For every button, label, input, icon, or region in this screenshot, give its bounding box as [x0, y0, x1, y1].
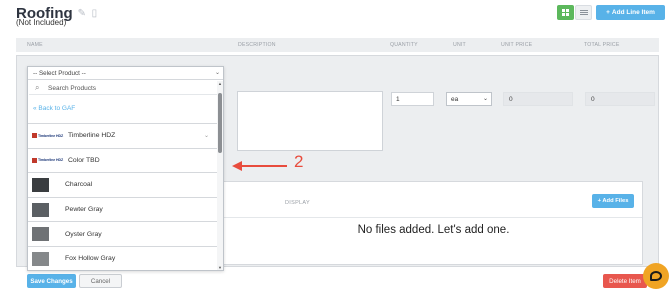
page: Roofing ✎ ▯ (Not Included) + Add Line It…	[0, 0, 670, 293]
chat-icon	[650, 271, 662, 281]
unit-select-value: ea	[451, 96, 459, 103]
save-changes-button[interactable]: Save Changes	[27, 274, 76, 288]
scroll-down-icon[interactable]: ▼	[217, 265, 223, 270]
cancel-button[interactable]: Cancel	[79, 274, 122, 288]
list-view-button[interactable]	[575, 5, 592, 20]
list-view-icon	[579, 10, 588, 15]
list-item[interactable]: Pewter Gray	[28, 196, 219, 222]
list-item-label: Timberline HDZ	[68, 132, 116, 140]
product-search-placeholder: Search Products	[48, 85, 97, 92]
column-total-price: TOTAL PRICE	[584, 42, 620, 48]
list-item[interactable]: Timberline HDZ Color TBD	[28, 147, 219, 173]
add-line-item-label: Add Line Item	[611, 9, 655, 16]
product-dropdown[interactable]: -- Select Product -- ⌄ ⌕ Search Products…	[27, 66, 224, 271]
column-description: DESCRIPTION	[238, 42, 276, 48]
list-item-label: Fox Hollow Gray	[65, 255, 116, 263]
chevron-down-icon: ⌄	[482, 96, 488, 102]
section-subtitle: (Not Included)	[16, 18, 67, 27]
scroll-up-icon[interactable]: ▲	[217, 81, 223, 87]
plus-icon: +	[606, 9, 610, 16]
quantity-input[interactable]: 1	[391, 92, 434, 106]
chevron-down-icon: ⌄	[203, 133, 209, 140]
column-unit: UNIT	[453, 42, 466, 48]
list-item-label: Pewter Gray	[65, 206, 103, 214]
trash-icon[interactable]: ▯	[92, 9, 101, 19]
files-panel: DISPLAY + Add Files No files added. Let'…	[222, 181, 643, 265]
annotation-number: 2	[294, 152, 304, 171]
chevron-down-icon: ⌄	[214, 70, 220, 76]
add-files-button[interactable]: + Add Files	[592, 194, 634, 208]
list-item[interactable]: Fox Hollow Gray	[28, 245, 219, 270]
timberline-logo: Timberline HDZ	[32, 132, 64, 140]
unit-select[interactable]: ea ⌄	[446, 92, 492, 106]
total-price-field: 0	[585, 92, 655, 106]
list-item-label: Oyster Gray	[65, 230, 102, 238]
list-item[interactable]: Oyster Gray	[28, 221, 219, 246]
grid-view-button[interactable]	[557, 5, 574, 20]
column-quantity: QUANTITY	[390, 42, 418, 48]
product-search-input[interactable]: ⌕ Search Products	[29, 81, 219, 95]
color-swatch	[32, 227, 49, 242]
grid-view-icon	[562, 9, 569, 16]
product-select[interactable]: -- Select Product -- ⌄	[28, 67, 223, 80]
delete-item-button[interactable]: Delete Item	[603, 274, 647, 288]
list-item[interactable]: Timberline HDZ Timberline HDZ ⌄	[28, 123, 219, 148]
column-unit-price: UNIT PRICE	[501, 42, 533, 48]
add-line-item-button[interactable]: + Add Line Item	[596, 5, 665, 20]
files-header: DISPLAY + Add Files	[223, 182, 642, 218]
chat-button[interactable]	[643, 263, 669, 289]
empty-files-message: No files added. Let's add one.	[357, 224, 510, 236]
column-name: NAME	[27, 42, 43, 48]
back-to-gaf-link[interactable]: « Back to GAF	[29, 105, 219, 112]
color-swatch	[32, 251, 49, 266]
color-swatch	[32, 202, 49, 217]
annotation-arrow	[232, 161, 287, 171]
list-item-label: Color TBD	[68, 156, 100, 164]
search-icon: ⌕	[35, 83, 40, 92]
description-textarea[interactable]	[237, 91, 383, 151]
list-item-label: Charcoal	[65, 181, 93, 189]
timberline-logo: Timberline HDZ	[32, 156, 64, 164]
list-item[interactable]: Charcoal	[28, 172, 219, 197]
product-list: Timberline HDZ Timberline HDZ ⌄ Timberli…	[28, 123, 219, 270]
pencil-icon[interactable]: ✎	[78, 9, 87, 19]
display-column-label: DISPLAY	[285, 200, 310, 206]
product-select-value: -- Select Product --	[33, 70, 86, 77]
dropdown-scrollbar[interactable]: ▲ ▼	[217, 81, 223, 270]
table-header: NAME DESCRIPTION QUANTITY UNIT UNIT PRIC…	[16, 38, 659, 52]
unit-price-field: 0	[503, 92, 573, 106]
scrollbar-thumb[interactable]	[218, 93, 222, 153]
color-swatch	[32, 177, 49, 192]
